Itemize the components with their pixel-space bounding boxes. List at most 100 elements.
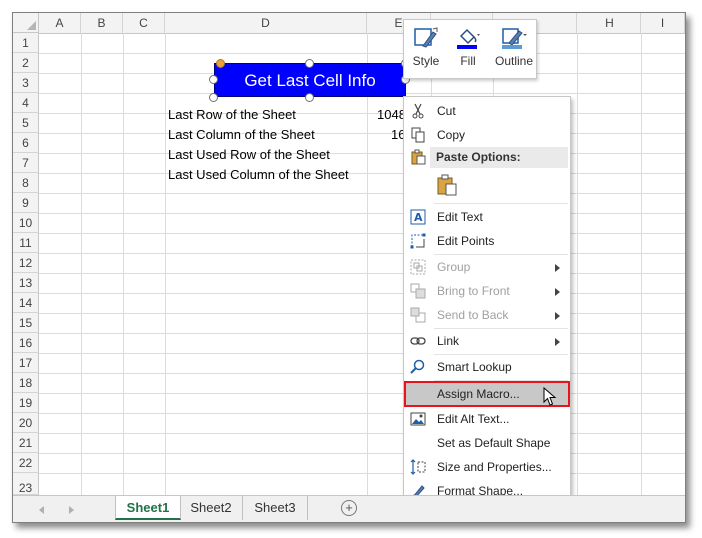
- menu-label-assign-macro: Assign Macro...: [437, 387, 520, 401]
- row-header[interactable]: 22: [13, 453, 39, 473]
- row-header[interactable]: 17: [13, 353, 39, 373]
- scissors-icon: [412, 103, 424, 119]
- col-header-a[interactable]: A: [39, 13, 81, 33]
- style-button[interactable]: Style: [406, 24, 446, 68]
- menu-item-cut[interactable]: Cut: [404, 99, 570, 123]
- menu-item-group[interactable]: Group: [404, 255, 570, 279]
- size-properties-icon: [410, 459, 426, 475]
- submenu-arrow-icon: [555, 338, 560, 346]
- add-sheet-button[interactable]: +: [341, 500, 357, 516]
- cell-d4[interactable]: Last Row of the Sheet: [168, 105, 296, 125]
- row-header[interactable]: 19: [13, 393, 39, 413]
- paste-option-keep-source[interactable]: [404, 170, 570, 200]
- cell-e4[interactable]: 1048: [377, 105, 406, 125]
- menu-item-copy[interactable]: Copy: [404, 123, 570, 147]
- fill-button[interactable]: Fill: [448, 24, 488, 68]
- col-header-d[interactable]: D: [165, 13, 367, 33]
- menu-label-set-default-shape: Set as Default Shape: [437, 436, 551, 450]
- row-header[interactable]: 9: [13, 193, 39, 213]
- row-header[interactable]: 16: [13, 333, 39, 353]
- col-header-i[interactable]: I: [641, 13, 685, 33]
- row-header[interactable]: 15: [13, 313, 39, 333]
- sheet-tab-sheet1[interactable]: Sheet1: [115, 496, 181, 520]
- col-header-h[interactable]: H: [579, 13, 641, 33]
- row-header[interactable]: 1: [13, 33, 39, 53]
- row-header[interactable]: 13: [13, 273, 39, 293]
- paste-keep-formatting-icon: [437, 174, 457, 196]
- resize-handle-top[interactable]: [305, 59, 314, 68]
- row-header[interactable]: 14: [13, 293, 39, 313]
- submenu-arrow-icon: [555, 264, 560, 272]
- column-headers: A B C D E H I: [39, 13, 685, 34]
- row-header[interactable]: 7: [13, 153, 39, 173]
- mini-toolbar: Style Fill Outline: [403, 19, 537, 79]
- sheet-tab-sheet2[interactable]: Sheet2: [180, 496, 243, 520]
- send-to-back-icon: [410, 307, 426, 323]
- menu-item-send-to-back[interactable]: Send to Back: [404, 303, 570, 327]
- col-header-c[interactable]: C: [123, 13, 165, 33]
- scroll-tabs-right-icon[interactable]: [69, 506, 74, 514]
- resize-handle-bottom-left[interactable]: [209, 93, 218, 102]
- resize-handle-left[interactable]: [209, 75, 218, 84]
- excel-window: A B C D E H I 1 2 3 4 5 6 7 8 9 10 11 12…: [12, 12, 686, 523]
- edit-text-icon: A: [410, 209, 426, 225]
- menu-item-edit-points[interactable]: Edit Points: [404, 229, 570, 253]
- alt-text-icon: [410, 412, 426, 426]
- menu-label-smart-lookup: Smart Lookup: [437, 360, 512, 374]
- cell-d7[interactable]: Last Used Column of the Sheet: [168, 165, 349, 185]
- menu-item-smart-lookup[interactable]: Smart Lookup: [404, 355, 570, 379]
- group-icon: [410, 259, 426, 275]
- menu-item-edit-alt-text[interactable]: Edit Alt Text...: [404, 407, 570, 431]
- bring-to-front-icon: [410, 283, 426, 299]
- svg-text:A: A: [414, 211, 423, 224]
- cell-d6[interactable]: Last Used Row of the Sheet: [168, 145, 330, 165]
- row-header[interactable]: 6: [13, 133, 39, 153]
- outline-button[interactable]: Outline: [492, 24, 536, 68]
- menu-label-group: Group: [437, 260, 471, 274]
- row-header[interactable]: 20: [13, 413, 39, 433]
- copy-icon: [411, 127, 425, 143]
- scroll-tabs-left-icon[interactable]: [39, 506, 44, 514]
- row-header[interactable]: 4: [13, 93, 39, 113]
- row-header[interactable]: 5: [13, 113, 39, 133]
- row-header[interactable]: 12: [13, 253, 39, 273]
- outline-pen-icon: [502, 28, 527, 49]
- menu-separator: [434, 380, 568, 381]
- sheet-tab-sheet3[interactable]: Sheet3: [243, 496, 308, 520]
- menu-item-bring-to-front[interactable]: Bring to Front: [404, 279, 570, 303]
- menu-item-set-default-shape[interactable]: Set as Default Shape: [404, 431, 570, 455]
- link-icon: [410, 337, 426, 345]
- menu-item-edit-text[interactable]: A Edit Text: [404, 205, 570, 229]
- smart-lookup-icon: [410, 359, 425, 374]
- style-label: Style: [412, 54, 440, 68]
- paste-icon: [411, 149, 426, 165]
- menu-label-copy: Copy: [437, 128, 466, 142]
- menu-label-edit-alt-text: Edit Alt Text...: [437, 412, 510, 426]
- edit-points-icon: [410, 233, 426, 249]
- select-all-corner[interactable]: [13, 13, 39, 33]
- row-header[interactable]: 2: [13, 53, 39, 73]
- rotation-handle[interactable]: [216, 59, 225, 68]
- cell-d5[interactable]: Last Column of the Sheet: [168, 125, 315, 145]
- resize-handle-bottom[interactable]: [305, 93, 314, 102]
- row-header[interactable]: 10: [13, 213, 39, 233]
- row-header[interactable]: 3: [13, 73, 39, 93]
- get-last-cell-info-shape[interactable]: Get Last Cell Info: [214, 63, 406, 97]
- paste-options-label: Paste Options:: [430, 147, 568, 168]
- row-header[interactable]: 8: [13, 173, 39, 193]
- row-header[interactable]: 21: [13, 433, 39, 453]
- col-header-b[interactable]: B: [81, 13, 123, 33]
- mouse-pointer-icon: [543, 387, 557, 406]
- menu-label-send-to-back: Send to Back: [437, 308, 509, 322]
- paint-bucket-icon: [457, 28, 480, 49]
- row-header[interactable]: 11: [13, 233, 39, 253]
- fill-label: Fill: [460, 54, 476, 68]
- menu-item-link[interactable]: Link: [404, 329, 570, 353]
- menu-item-size-and-properties[interactable]: Size and Properties...: [404, 455, 570, 479]
- row-header[interactable]: 18: [13, 373, 39, 393]
- submenu-arrow-icon: [555, 288, 560, 296]
- sheet-tab-bar: Sheet1 Sheet2 Sheet3 +: [13, 495, 685, 522]
- row-header[interactable]: 23: [13, 473, 39, 495]
- outline-label: Outline: [494, 54, 534, 68]
- menu-label-link: Link: [437, 334, 460, 348]
